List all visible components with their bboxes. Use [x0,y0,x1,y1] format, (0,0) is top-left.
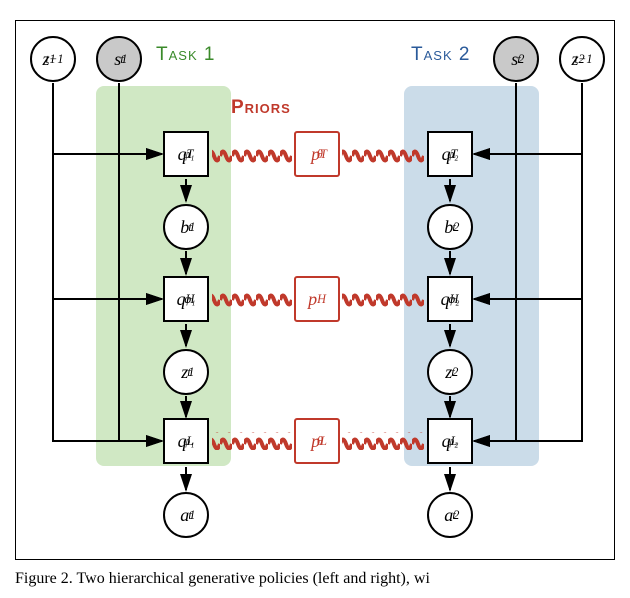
node-a1: a1t [163,492,209,538]
node-qT2: qTφ₂ [427,131,473,177]
node-z1: z1t [163,349,209,395]
priors-label: Priors [231,97,291,119]
node-z2: z2t [427,349,473,395]
node-qH1: qHφ₁ [163,276,209,322]
figure-caption: Figure 2. Two hierarchical generative po… [15,570,615,588]
node-z1-prev: z1t−1 [30,36,76,82]
node-pL: pLθ [294,418,340,464]
node-b2: b2t [427,204,473,250]
node-b1: b1t [163,204,209,250]
node-qH2: qHφ₂ [427,276,473,322]
node-s1: s1t [96,36,142,82]
node-pH: pH [294,276,340,322]
node-qL1: qLφ₁ [163,418,209,464]
task1-label: Task 1 [156,44,215,66]
node-pT: pTθ [294,131,340,177]
node-qL2: qLφ₂ [427,418,473,464]
task2-label: Task 2 [411,44,470,66]
node-a2: a2t [427,492,473,538]
node-s2: s2t [493,36,539,82]
diagram-canvas: Task 1 Task 2 Priors [15,20,615,560]
node-z2-prev: z2t−1 [559,36,605,82]
node-qT1: qTφ₁ [163,131,209,177]
